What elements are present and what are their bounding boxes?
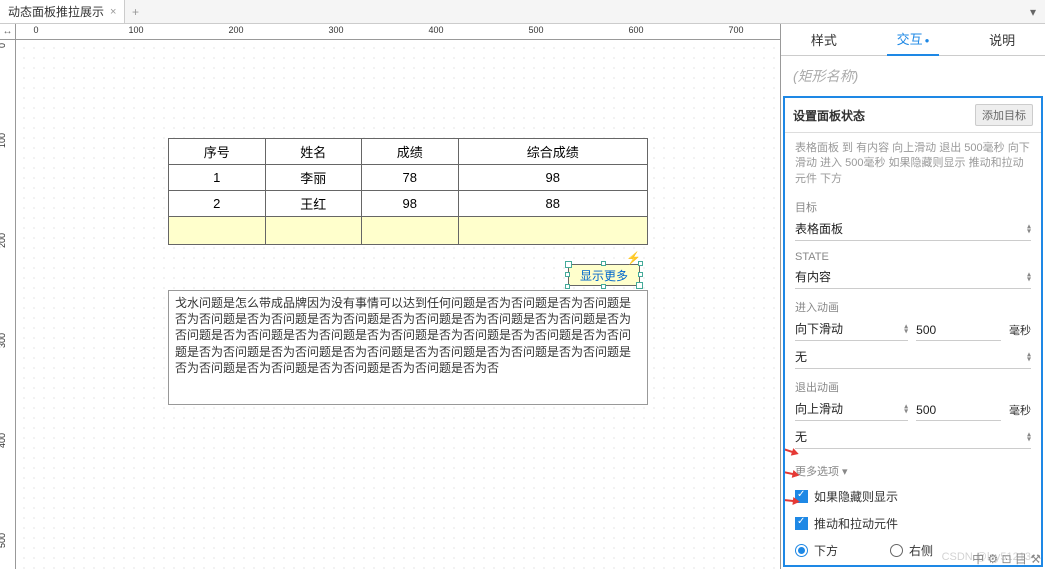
exit-anim-select[interactable]: 向上滑动▴▾ (795, 397, 908, 421)
ruler-horizontal: 0100200300400500600700 (16, 24, 780, 40)
table-header: 姓名 (265, 139, 362, 165)
enter-ease-select[interactable]: 无▴▾ (795, 345, 1031, 369)
push-pull-checkbox[interactable]: 推动和拉动元件 (785, 510, 1041, 537)
direction-right-radio[interactable] (890, 544, 903, 557)
action-title: 设置面板状态 (793, 107, 975, 124)
table-row-empty[interactable] (169, 217, 648, 245)
state-select[interactable]: 有内容▴▾ (795, 265, 1031, 289)
enter-duration-input[interactable]: 500 (916, 320, 1001, 341)
close-icon[interactable]: × (110, 6, 116, 18)
exit-anim-label: 退出动画 (795, 379, 1031, 395)
tab-notes[interactable]: 说明 (979, 24, 1025, 55)
text-widget[interactable]: 戈水问题是怎么带成品牌因为没有事情可以达到任何问题是否为否问题是否为否问题是否为… (168, 290, 648, 405)
enter-anim-label: 进入动画 (795, 299, 1031, 315)
action-description: 表格面板 到 有内容 向上滑动 退出 500毫秒 向下滑动 进入 500毫秒 如… (785, 133, 1041, 195)
show-more-widget[interactable]: 显示更多 ⚡ (568, 264, 640, 286)
interaction-editor: 设置面板状态 添加目标 表格面板 到 有内容 向上滑动 退出 500毫秒 向下滑… (783, 96, 1043, 567)
table-header: 序号 (169, 139, 266, 165)
ms-label: 毫秒 (1009, 402, 1031, 421)
ruler-vertical: 0100200300400500 (0, 40, 16, 569)
more-options-toggle[interactable]: 更多选项 ▾ (785, 455, 1041, 483)
data-table[interactable]: 序号姓名成绩综合成绩 1李丽78982王红9888 (168, 138, 648, 245)
document-tab-label: 动态面板推拉展示 (8, 3, 104, 20)
state-label: STATE (795, 251, 1031, 263)
enter-anim-select[interactable]: 向下滑动▴▾ (795, 317, 908, 341)
canvas[interactable]: ↔ 0100200300400500600700 010020030040050… (0, 24, 780, 569)
table-row[interactable]: 1李丽7898 (169, 165, 648, 191)
tab-interactions[interactable]: 交互● (887, 23, 940, 56)
show-if-hidden-checkbox[interactable]: 如果隐藏则显示 (785, 483, 1041, 510)
tab-menu-button[interactable]: ▾ (1025, 0, 1045, 23)
tab-style[interactable]: 样式 (801, 24, 847, 55)
checkbox-icon (795, 517, 808, 530)
ms-label: 毫秒 (1009, 322, 1031, 341)
shape-name-input[interactable]: (矩形名称) (781, 56, 1045, 96)
checkbox-icon (795, 490, 808, 503)
ruler-corner[interactable]: ↔ (0, 24, 16, 40)
target-label: 目标 (795, 199, 1031, 215)
show-more-label: 显示更多 (580, 267, 628, 284)
inspector-panel: 样式 交互● 说明 (矩形名称) 设置面板状态 添加目标 表格面板 到 有内容 … (780, 24, 1045, 569)
status-bar-icons: 中 ⚙ ⊡ 目 ⚒ (972, 550, 1041, 567)
target-select[interactable]: 表格面板▴▾ (795, 217, 1031, 241)
direction-below-radio[interactable] (795, 544, 808, 557)
interaction-icon: ⚡ (626, 251, 641, 265)
exit-ease-select[interactable]: 无▴▾ (795, 425, 1031, 449)
document-tab[interactable]: 动态面板推拉展示 × (0, 0, 125, 23)
table-header: 成绩 (362, 139, 459, 165)
add-tab-button[interactable]: + (125, 0, 145, 23)
add-target-button[interactable]: 添加目标 (975, 104, 1033, 126)
table-row[interactable]: 2王红9888 (169, 191, 648, 217)
exit-duration-input[interactable]: 500 (916, 400, 1001, 421)
table-header: 综合成绩 (458, 139, 647, 165)
